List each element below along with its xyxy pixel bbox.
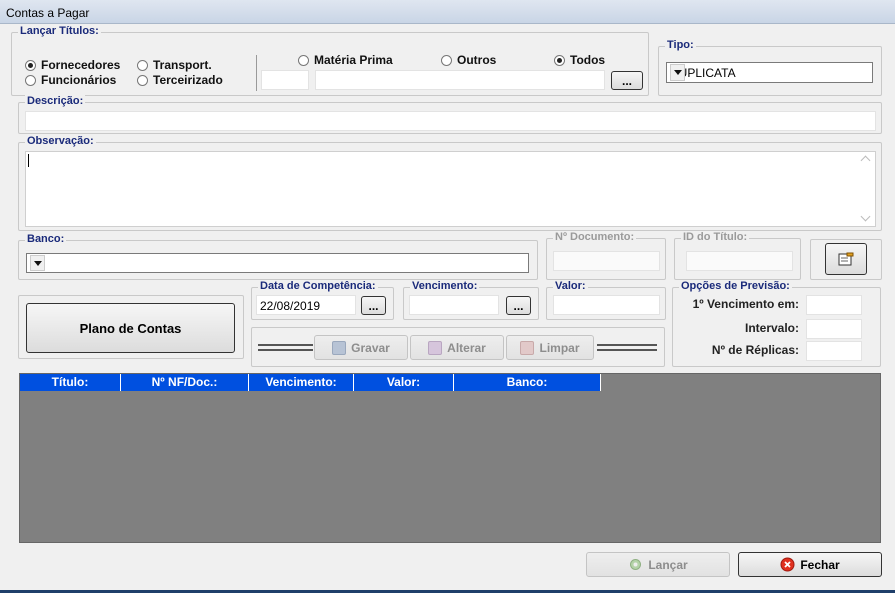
title-bar: Contas a Pagar xyxy=(0,0,895,24)
competencia-legend: Data de Competência: xyxy=(258,280,378,292)
grid-header-banco[interactable]: Banco: xyxy=(454,374,601,391)
observacao-scrollbar[interactable] xyxy=(859,152,875,226)
actions-divider-right xyxy=(597,344,657,351)
gravar-button-label: Gravar xyxy=(351,340,390,355)
titulos-grid[interactable]: Título: Nº NF/Doc.: Vencimento: Valor: B… xyxy=(19,373,881,543)
alterar-button-label: Alterar xyxy=(447,340,486,355)
radio-outros-label: Outros xyxy=(457,53,497,67)
competencia-date-button[interactable]: ... xyxy=(361,296,386,315)
edit-document-icon xyxy=(838,252,854,266)
documento-input[interactable] xyxy=(553,251,660,271)
radio-funcionarios-label: Funcionários xyxy=(41,73,117,87)
save-icon xyxy=(332,340,347,355)
lookup-button[interactable]: ... xyxy=(611,71,643,90)
alterar-button[interactable]: Alterar xyxy=(410,335,504,360)
radio-todos[interactable]: Todos xyxy=(554,53,605,67)
radio-materia-prima-circle[interactable] xyxy=(298,54,309,66)
valor-legend: Valor: xyxy=(553,280,588,292)
descricao-input[interactable] xyxy=(25,111,876,131)
radio-materia-prima-label: Matéria Prima xyxy=(314,53,393,67)
competencia-input-value: 22/08/2019 xyxy=(260,299,321,313)
edit-button[interactable] xyxy=(825,243,867,275)
text-cursor xyxy=(28,154,29,167)
documento-legend: Nº Documento: xyxy=(553,231,637,243)
radio-transport[interactable]: Transport. xyxy=(137,58,212,72)
gravar-button[interactable]: Gravar xyxy=(314,335,408,360)
id-titulo-legend: ID do Título: xyxy=(681,231,750,243)
radio-transport-circle[interactable] xyxy=(137,59,148,71)
radio-todos-label: Todos xyxy=(570,53,606,67)
grid-header-titulo[interactable]: Título: xyxy=(20,374,121,391)
radio-outros-circle[interactable] xyxy=(441,54,452,66)
limpar-button[interactable]: Limpar xyxy=(506,335,594,360)
observacao-legend: Observação: xyxy=(25,135,96,147)
intervalo-input[interactable] xyxy=(806,319,862,339)
actions-divider-left xyxy=(258,344,313,351)
gear-icon xyxy=(630,559,642,570)
plano-de-contas-button[interactable]: Plano de Contas xyxy=(26,303,235,353)
valor-input[interactable] xyxy=(553,295,660,315)
banco-select[interactable] xyxy=(26,253,529,273)
radio-fornecedores[interactable]: Fornecedores xyxy=(25,58,120,72)
tipo-chevron-down-icon[interactable] xyxy=(670,64,685,81)
replicas-label: Nº de Réplicas: xyxy=(711,343,799,357)
scroll-up-icon[interactable] xyxy=(860,155,871,166)
eraser-icon xyxy=(520,340,535,355)
grid-header-nf-doc[interactable]: Nº NF/Doc.: xyxy=(121,374,249,391)
tipo-select[interactable]: DUPLICATA xyxy=(666,62,873,83)
radio-funcionarios[interactable]: Funcionários xyxy=(25,73,116,87)
descricao-legend: Descrição: xyxy=(25,95,86,107)
scroll-down-icon[interactable] xyxy=(860,211,871,222)
limpar-button-label: Limpar xyxy=(539,340,580,355)
tipo-legend: Tipo: xyxy=(665,39,696,51)
window-title: Contas a Pagar xyxy=(6,6,90,20)
radio-terceirizado[interactable]: Terceirizado xyxy=(137,73,223,87)
vencimento-input[interactable] xyxy=(409,295,499,315)
vencimento-date-button[interactable]: ... xyxy=(506,296,531,315)
radio-funcionarios-circle[interactable] xyxy=(25,74,36,86)
close-icon xyxy=(780,557,795,572)
replicas-input[interactable] xyxy=(806,341,862,361)
radio-outros[interactable]: Outros xyxy=(441,53,496,67)
radio-fornecedores-circle[interactable] xyxy=(25,59,36,71)
radio-fornecedores-label: Fornecedores xyxy=(41,58,121,72)
banco-chevron-down-icon[interactable] xyxy=(30,255,45,271)
radio-terceirizado-label: Terceirizado xyxy=(153,73,223,87)
vencimento-legend: Vencimento: xyxy=(410,280,480,292)
observacao-textarea[interactable] xyxy=(25,151,876,227)
intervalo-label: Intervalo: xyxy=(744,321,799,335)
grid-header-valor[interactable]: Valor: xyxy=(354,374,454,391)
lancar-button[interactable]: Lançar xyxy=(586,552,730,577)
lancar-button-label: Lançar xyxy=(648,557,688,572)
fechar-button[interactable]: Fechar xyxy=(738,552,882,577)
nome-field[interactable] xyxy=(315,70,605,90)
primeiro-vencimento-input[interactable] xyxy=(806,295,862,315)
fechar-button-label: Fechar xyxy=(800,557,840,572)
grid-header-vencimento[interactable]: Vencimento: xyxy=(249,374,354,391)
codigo-field[interactable] xyxy=(261,70,309,90)
lancar-divider xyxy=(256,55,257,91)
edit-icon xyxy=(428,340,443,355)
previsao-legend: Opções de Previsão: xyxy=(679,280,792,292)
lancar-titulos-legend: Lançar Títulos: xyxy=(18,25,101,37)
radio-todos-circle[interactable] xyxy=(554,54,565,66)
primeiro-vencimento-label: 1º Vencimento em: xyxy=(692,297,799,311)
banco-legend: Banco: xyxy=(25,233,67,245)
radio-terceirizado-circle[interactable] xyxy=(137,74,148,86)
competencia-input[interactable]: 22/08/2019 xyxy=(256,295,356,315)
radio-materia-prima[interactable]: Matéria Prima xyxy=(298,53,393,67)
radio-transport-label: Transport. xyxy=(153,58,212,72)
id-titulo-input[interactable] xyxy=(686,251,793,271)
